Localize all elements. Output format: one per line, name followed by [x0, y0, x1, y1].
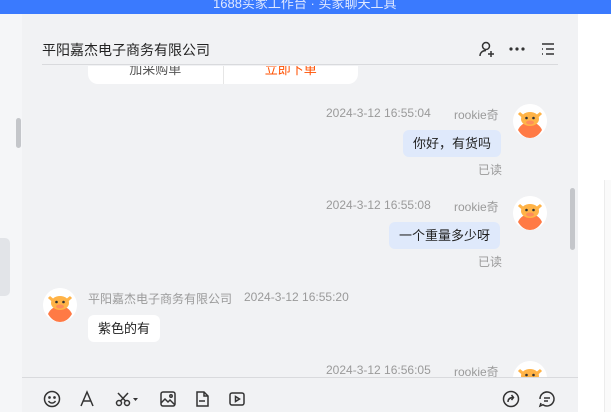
message-time: 2024-3-12 16:56:05 — [326, 363, 431, 377]
product-card-actions: 加采购单 立即下单 — [88, 66, 358, 84]
avatar[interactable] — [513, 196, 547, 230]
chat-window: 平阳嘉杰电子商务有限公司 加采购单 立即下单 2024-3-12 16:55:0… — [22, 14, 578, 412]
left-panel — [0, 14, 22, 412]
top-banner: 1688买家工作台 · 买家聊天工具 — [0, 0, 611, 14]
more-icon[interactable] — [507, 39, 527, 59]
chat-header: 平阳嘉杰电子商务有限公司 — [22, 14, 578, 66]
avatar[interactable] — [513, 361, 547, 378]
input-toolbar — [22, 377, 578, 412]
header-divider — [42, 64, 558, 65]
avatar[interactable] — [513, 104, 547, 138]
message-list: 加采购单 立即下单 2024-3-12 16:55:04 rookie奇 你好，… — [22, 66, 578, 378]
message-sender: rookie奇 — [454, 365, 499, 378]
image-icon[interactable] — [158, 389, 178, 409]
user-plus-icon[interactable] — [477, 39, 497, 59]
file-icon[interactable] — [192, 389, 212, 409]
font-icon[interactable] — [77, 389, 97, 409]
message-time: 2024-3-12 16:55:20 — [244, 290, 349, 304]
order-now-button[interactable]: 立即下单 — [224, 66, 359, 84]
list-icon[interactable] — [538, 39, 558, 59]
message-bubble[interactable]: 紫色的有 — [88, 315, 161, 342]
emoji-icon[interactable] — [42, 389, 62, 409]
left-panel-tab[interactable] — [0, 238, 10, 296]
chat-title: 平阳嘉杰电子商务有限公司 — [42, 42, 210, 58]
read-status: 已读 — [478, 163, 503, 177]
right-panel-edge — [604, 180, 611, 412]
scissors-icon[interactable] — [114, 389, 142, 409]
read-status: 已读 — [478, 255, 503, 269]
message-scrollbar[interactable] — [570, 188, 575, 250]
message-sender: rookie奇 — [454, 200, 499, 214]
message-time: 2024-3-12 16:55:04 — [326, 106, 431, 120]
message-bubble[interactable]: 你好，有货吗 — [403, 130, 502, 157]
share-icon[interactable] — [501, 389, 521, 409]
add-to-purchase-button[interactable]: 加采购单 — [88, 66, 224, 84]
message-sender: rookie奇 — [454, 108, 499, 122]
message-bubble[interactable]: 一个重量多少呀 — [389, 222, 501, 249]
message-settings-icon[interactable] — [537, 389, 557, 409]
message-sender: 平阳嘉杰电子商务有限公司 — [88, 292, 233, 306]
message-time: 2024-3-12 16:55:08 — [326, 198, 431, 212]
top-banner-text: 1688买家工作台 · 买家聊天工具 — [213, 0, 397, 11]
left-scrollbar[interactable] — [16, 118, 21, 148]
avatar[interactable] — [43, 288, 77, 322]
video-icon[interactable] — [227, 389, 247, 409]
